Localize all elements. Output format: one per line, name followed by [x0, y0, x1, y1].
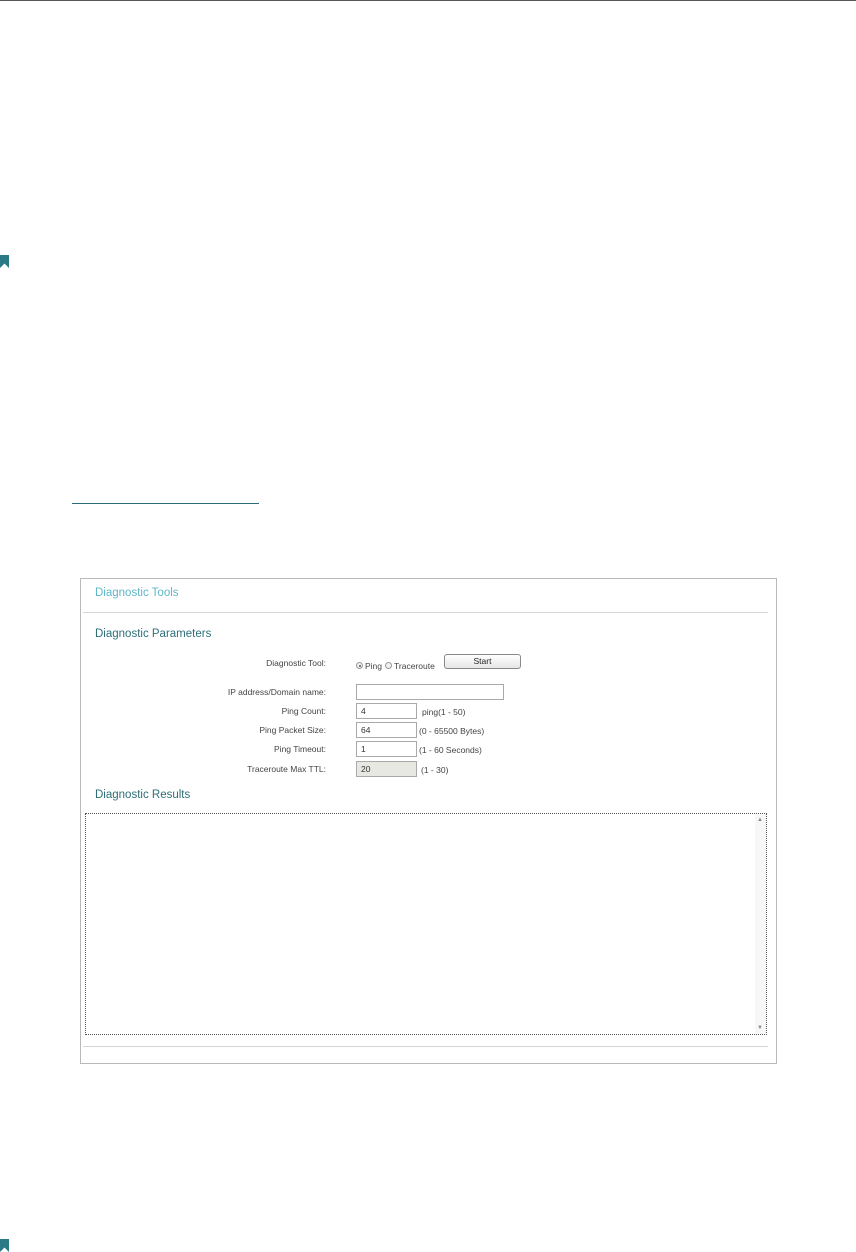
- bookmark-icon: [0, 1239, 9, 1252]
- ping-count-hint: ping(1 - 50): [422, 707, 466, 717]
- ping-timeout-label: Ping Timeout:: [274, 744, 326, 754]
- ip-label: IP address/Domain name:: [227, 687, 326, 697]
- diagnostic-tool-label: Diagnostic Tool:: [266, 658, 326, 668]
- section-link-underline: [72, 503, 259, 504]
- page-top-rule: [0, 0, 856, 1]
- results-scrollbar[interactable]: ▲ ▼: [755, 814, 766, 1034]
- diagnostic-tools-panel: Diagnostic Tools Diagnostic Parameters D…: [80, 578, 777, 1064]
- bookmark-icon: [0, 255, 9, 268]
- results-heading: Diagnostic Results: [95, 789, 191, 801]
- ping-count-label: Ping Count:: [281, 706, 326, 716]
- ping-timeout-row: Ping Timeout: 1 (1 - 60 Seconds): [81, 741, 761, 759]
- panel-bottom-divider: [83, 1046, 768, 1047]
- panel-divider: [83, 612, 768, 613]
- max-ttl-input: 20: [356, 761, 417, 777]
- max-ttl-label: Traceroute Max TTL:: [247, 764, 326, 774]
- ping-count-input[interactable]: 4: [356, 703, 417, 719]
- diagnostic-results-textarea[interactable]: ▲ ▼: [85, 813, 767, 1035]
- ping-count-row: Ping Count: 4 ping(1 - 50): [81, 703, 761, 721]
- ping-timeout-input[interactable]: 1: [356, 741, 417, 757]
- diagnostic-tool-row: Diagnostic Tool: Ping Traceroute Start: [81, 654, 761, 675]
- ping-timeout-hint: (1 - 60 Seconds): [419, 745, 482, 755]
- packet-size-input[interactable]: 64: [356, 722, 417, 738]
- scroll-down-icon[interactable]: ▼: [757, 1025, 763, 1031]
- panel-title: Diagnostic Tools: [95, 587, 179, 599]
- start-button[interactable]: Start: [444, 654, 521, 669]
- ip-domain-input[interactable]: [356, 684, 504, 700]
- packet-size-hint: (0 - 65500 Bytes): [419, 726, 485, 736]
- packet-size-row: Ping Packet Size: 64 (0 - 65500 Bytes): [81, 722, 761, 740]
- max-ttl-row: Traceroute Max TTL: 20 (1 - 30): [81, 761, 761, 779]
- scroll-up-icon[interactable]: ▲: [757, 817, 763, 823]
- parameters-heading: Diagnostic Parameters: [95, 628, 212, 640]
- traceroute-radio[interactable]: [385, 662, 393, 670]
- max-ttl-hint: (1 - 30): [421, 765, 449, 775]
- ip-row: IP address/Domain name:: [81, 684, 761, 702]
- traceroute-radio-label[interactable]: Traceroute: [394, 661, 435, 671]
- tool-radio-group: Ping Traceroute: [356, 657, 438, 675]
- packet-size-label: Ping Packet Size:: [259, 725, 326, 735]
- ping-radio-label[interactable]: Ping: [365, 661, 382, 671]
- ping-radio[interactable]: [356, 662, 363, 670]
